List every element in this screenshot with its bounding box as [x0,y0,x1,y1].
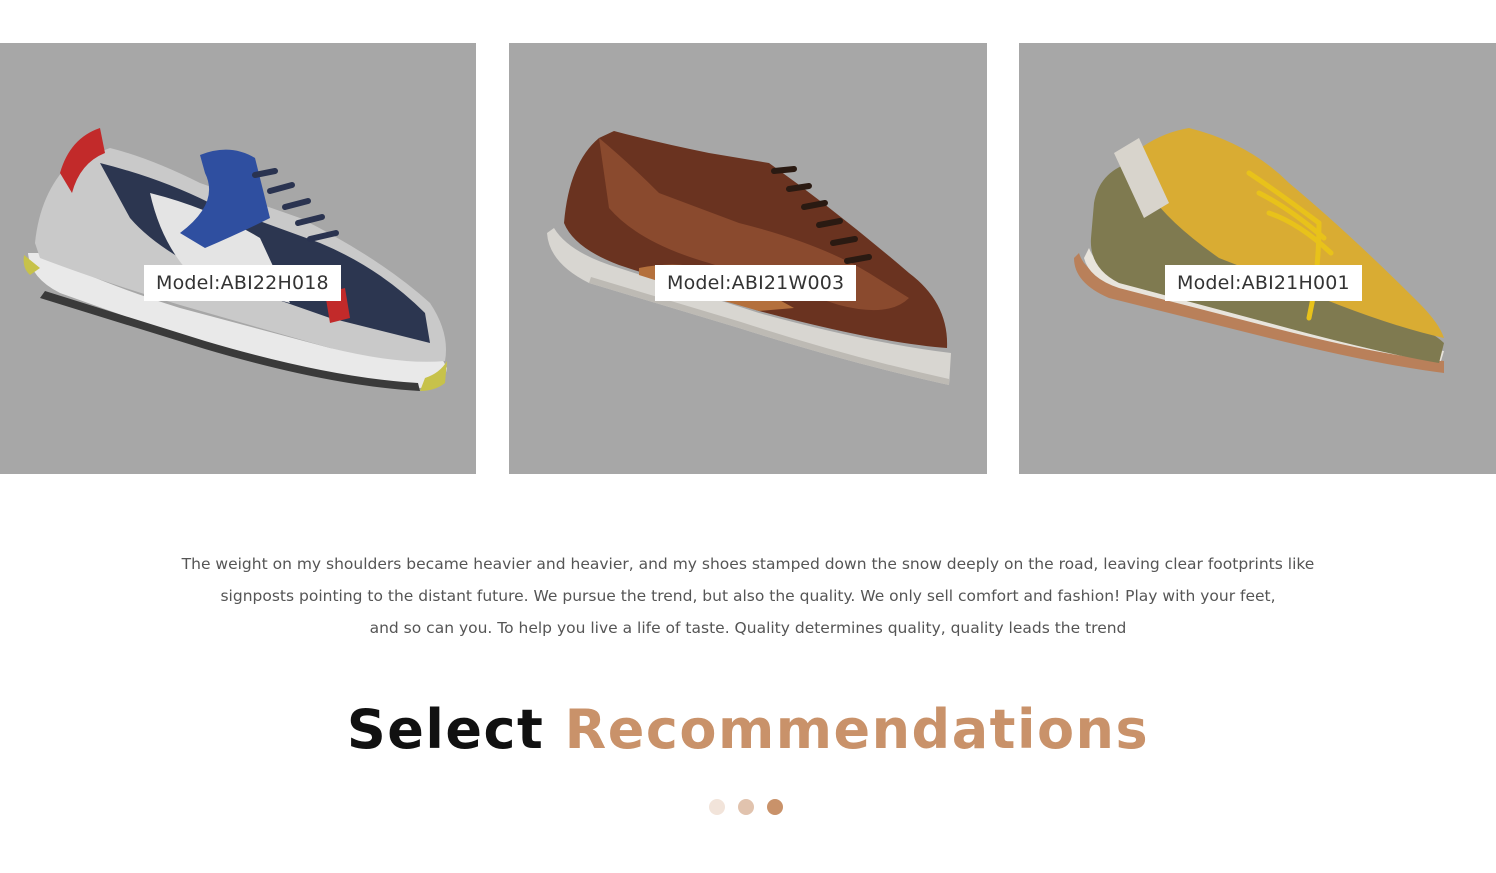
pagination-dot-3[interactable] [767,799,783,815]
model-label: Model:ABI22H018 [144,265,341,301]
brand-description: The weight on my shoulders became heavie… [160,548,1336,644]
model-label: Model:ABI21W003 [655,265,857,301]
product-card-1[interactable]: Model:ABI22H018 [0,43,476,474]
page: Model:ABI22H018 Model:ABI21W003 Model:AB… [0,0,1496,873]
product-cards: Model:ABI22H018 Model:ABI21W003 Model:AB… [0,43,1496,474]
sneaker-image [23,128,447,391]
sneaker-image [1074,128,1444,373]
pagination-dot-2[interactable] [738,799,754,815]
description-line: and so can you. To help you live a life … [369,619,1127,637]
description-line: The weight on my shoulders became heavie… [181,555,1315,573]
heading-part-select: Select [346,698,545,761]
sneaker-image [547,131,951,385]
description-line: signposts pointing to the distant future… [220,587,1276,605]
heading-part-recommendations: Recommendations [564,698,1150,761]
section-heading: Select Recommendations [0,694,1496,766]
carousel-pagination [709,799,789,815]
product-card-2[interactable]: Model:ABI21W003 [509,43,987,474]
pagination-dot-1[interactable] [709,799,725,815]
model-label: Model:ABI21H001 [1165,265,1362,301]
product-card-3[interactable]: Model:ABI21H001 [1019,43,1496,474]
